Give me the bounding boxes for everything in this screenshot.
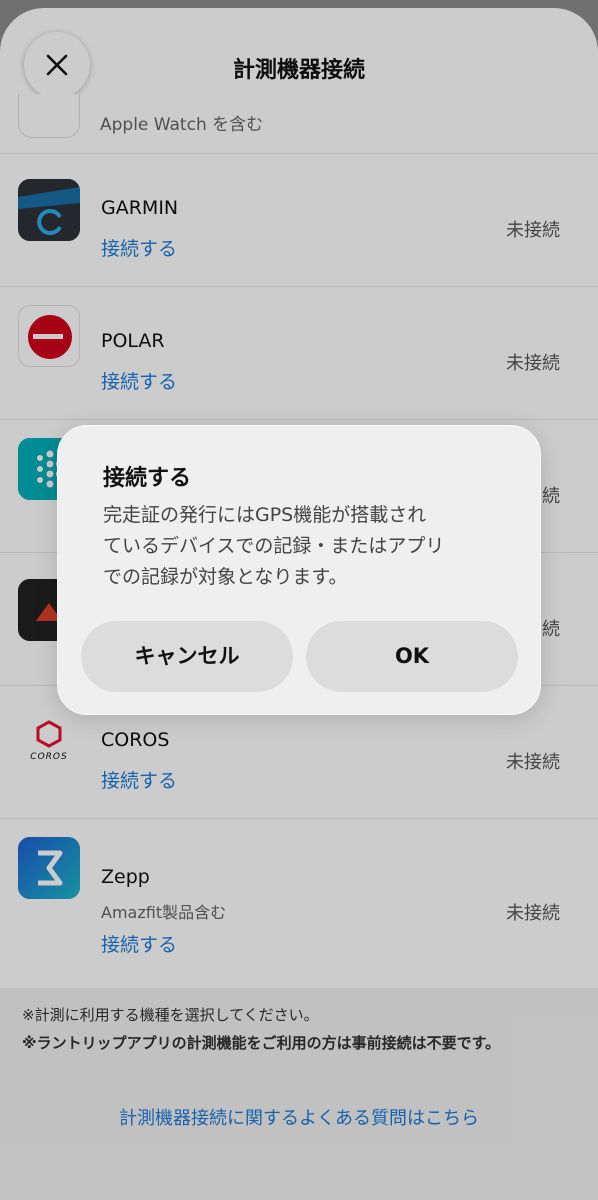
cancel-button[interactable]: キャンセル bbox=[81, 621, 293, 692]
dialog-message-line: 完走証の発行にはGPS機能が搭載され bbox=[103, 504, 427, 526]
dialog-message: 完走証の発行にはGPS機能が搭載され ているデバイスでの記録・またはアプリ での… bbox=[103, 500, 503, 593]
connect-dialog: 接続する 完走証の発行にはGPS機能が搭載され ているデバイスでの記録・またはア… bbox=[57, 425, 541, 715]
dialog-title: 接続する bbox=[103, 466, 192, 491]
ok-button[interactable]: OK bbox=[306, 621, 518, 692]
dialog-message-line: ているデバイスでの記録・またはアプリ bbox=[103, 535, 445, 557]
dialog-message-line: での記録が対象となります。 bbox=[103, 566, 348, 588]
